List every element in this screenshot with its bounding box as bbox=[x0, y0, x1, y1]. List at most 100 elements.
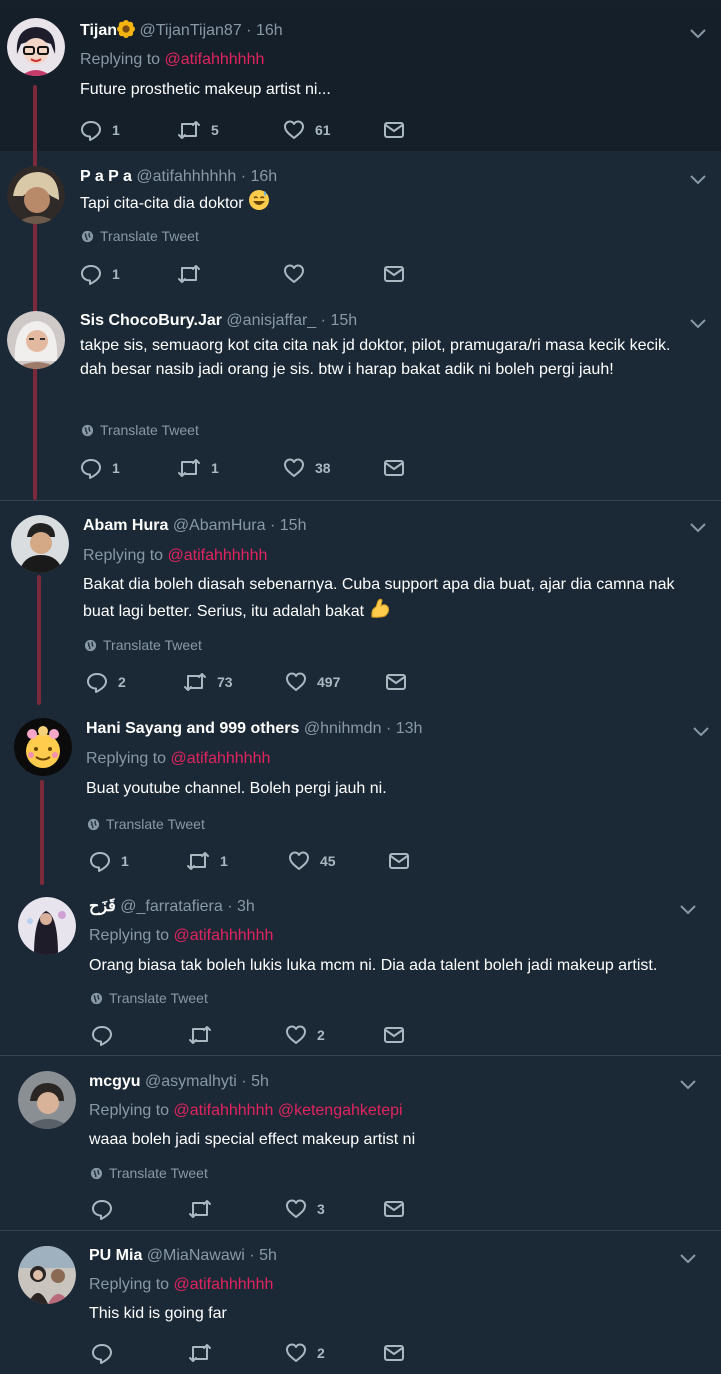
handle[interactable]: @MiaNawawi bbox=[147, 1247, 245, 1264]
timestamp[interactable]: 5h bbox=[251, 1073, 269, 1090]
timestamp[interactable]: 15h bbox=[280, 517, 307, 534]
dm-button[interactable] bbox=[388, 850, 410, 872]
mention-link[interactable]: @atifahhhhhh bbox=[171, 750, 271, 767]
timestamp[interactable]: 15h bbox=[330, 312, 357, 329]
handle[interactable]: @anisjaffar_ bbox=[226, 312, 316, 329]
like-button[interactable]: 38 bbox=[283, 457, 331, 479]
handle[interactable]: @_farratafiera bbox=[120, 898, 223, 915]
reply-button[interactable]: 2 bbox=[86, 671, 126, 693]
envelope-icon bbox=[384, 1201, 404, 1217]
heart-icon bbox=[286, 1343, 306, 1362]
reply-button[interactable]: 1 bbox=[80, 457, 120, 479]
heart-icon bbox=[284, 264, 304, 283]
handle[interactable]: @asymalhyti bbox=[145, 1073, 237, 1090]
translate-tweet-link[interactable]: Translate Tweet bbox=[81, 421, 199, 439]
dm-button[interactable] bbox=[383, 263, 405, 285]
mention-link[interactable]: @atifahhhhhh @ketengahketepi bbox=[174, 1102, 403, 1119]
timestamp[interactable]: 16h bbox=[256, 22, 283, 39]
dm-button[interactable] bbox=[383, 457, 405, 479]
display-name[interactable]: Sis ChocoBury.Jar bbox=[80, 312, 222, 329]
mention-link[interactable]: @atifahhhhhh bbox=[174, 927, 274, 944]
envelope-icon bbox=[389, 853, 409, 869]
reply-button[interactable] bbox=[91, 1198, 123, 1220]
mention-link[interactable]: @atifahhhhhh bbox=[168, 547, 268, 564]
handle[interactable]: @AbamHura bbox=[173, 517, 266, 534]
chevron-down-icon[interactable] bbox=[688, 172, 708, 186]
display-name[interactable]: P a P a bbox=[80, 168, 132, 185]
retweet-button[interactable]: 1 bbox=[177, 457, 219, 479]
translate-tweet-link[interactable]: Translate Tweet bbox=[90, 989, 208, 1007]
avatar[interactable] bbox=[7, 311, 65, 369]
replying-to: Replying to @atifahhhhhh bbox=[89, 926, 273, 946]
dm-button[interactable] bbox=[383, 1198, 405, 1220]
like-button[interactable]: 61 bbox=[283, 119, 331, 141]
like-button[interactable]: 2 bbox=[285, 1024, 325, 1046]
display-name[interactable]: mcgyu bbox=[89, 1073, 141, 1090]
avatar[interactable] bbox=[18, 1246, 76, 1304]
reply-button[interactable]: 1 bbox=[80, 263, 120, 285]
avatar[interactable] bbox=[7, 166, 65, 224]
translate-tweet-link[interactable]: Translate Tweet bbox=[81, 227, 199, 245]
like-button[interactable]: 2 bbox=[285, 1342, 325, 1364]
dm-button[interactable] bbox=[383, 1024, 405, 1046]
mention-link[interactable]: @atifahhhhhh bbox=[165, 51, 265, 68]
retweet-button[interactable] bbox=[177, 263, 211, 285]
avatar[interactable] bbox=[14, 718, 72, 776]
chevron-down-icon[interactable] bbox=[688, 26, 708, 40]
replying-to: Replying to @atifahhhhhh bbox=[80, 50, 264, 70]
avatar[interactable] bbox=[11, 515, 69, 573]
tweet-text: takpe sis, semuaorg kot cita cita nak jd… bbox=[80, 337, 671, 378]
retweet-button[interactable]: 1 bbox=[186, 850, 228, 872]
display-name[interactable]: Tijan bbox=[80, 22, 117, 39]
reply-button[interactable] bbox=[91, 1024, 123, 1046]
timestamp[interactable]: 13h bbox=[396, 720, 423, 737]
retweet-button[interactable]: 73 bbox=[183, 671, 233, 693]
retweet-button[interactable] bbox=[188, 1342, 222, 1364]
display-name[interactable]: Abam Hura bbox=[83, 517, 168, 534]
timestamp[interactable]: 3h bbox=[237, 898, 255, 915]
chevron-down-icon[interactable] bbox=[678, 1251, 698, 1265]
globe-icon bbox=[84, 639, 97, 652]
avatar[interactable] bbox=[18, 897, 76, 955]
timestamp[interactable]: 5h bbox=[259, 1247, 277, 1264]
like-button[interactable] bbox=[283, 263, 315, 285]
timestamp[interactable]: 16h bbox=[250, 168, 277, 185]
like-button[interactable]: 497 bbox=[285, 671, 340, 693]
chevron-down-icon[interactable] bbox=[688, 520, 708, 534]
avatar[interactable] bbox=[7, 18, 65, 76]
display-name[interactable]: قَزَح bbox=[89, 898, 116, 915]
chevron-down-icon[interactable] bbox=[691, 724, 711, 738]
tweet-text: This kid is going far bbox=[89, 1305, 227, 1322]
handle[interactable]: @hnihmdn bbox=[304, 720, 382, 737]
retweet-button[interactable] bbox=[188, 1198, 222, 1220]
translate-tweet-link[interactable]: Translate Tweet bbox=[90, 1164, 208, 1182]
reply-button[interactable] bbox=[91, 1342, 123, 1364]
display-name[interactable]: Hani Sayang and 999 others bbox=[86, 720, 299, 737]
dm-button[interactable] bbox=[383, 119, 405, 141]
display-name[interactable]: PU Mia bbox=[89, 1247, 142, 1264]
like-button[interactable]: 45 bbox=[288, 850, 336, 872]
retweet-icon bbox=[178, 459, 200, 477]
chevron-down-icon[interactable] bbox=[678, 1077, 698, 1091]
reply-button[interactable]: 1 bbox=[80, 119, 120, 141]
heart-icon bbox=[286, 672, 306, 691]
reply-button[interactable]: 1 bbox=[89, 850, 129, 872]
retweet-button[interactable]: 5 bbox=[177, 119, 219, 141]
handle[interactable]: @TijanTijan87 bbox=[140, 22, 242, 39]
tweet-header: mcgyu @asymalhyti · 5h bbox=[89, 1072, 269, 1092]
tweet-text: waaa boleh jadi special effect makeup ar… bbox=[89, 1131, 416, 1148]
dm-button[interactable] bbox=[383, 1342, 405, 1364]
separator-dot: · bbox=[385, 720, 392, 737]
chevron-down-icon[interactable] bbox=[688, 316, 708, 330]
mention-link[interactable]: @atifahhhhhh bbox=[174, 1276, 274, 1293]
avatar[interactable] bbox=[18, 1071, 76, 1129]
tweet-actions: 2 bbox=[91, 1024, 421, 1046]
translate-tweet-link[interactable]: Translate Tweet bbox=[87, 815, 205, 833]
chevron-down-icon[interactable] bbox=[678, 902, 698, 916]
like-button[interactable]: 3 bbox=[285, 1198, 325, 1220]
translate-tweet-link[interactable]: Translate Tweet bbox=[84, 636, 202, 654]
dm-button[interactable] bbox=[385, 671, 407, 693]
retweet-button[interactable] bbox=[188, 1024, 222, 1046]
handle[interactable]: @atifahhhhhh bbox=[136, 168, 236, 185]
tweet-header: Sis ChocoBury.Jar @anisjaffar_ · 15h bbox=[80, 311, 357, 331]
